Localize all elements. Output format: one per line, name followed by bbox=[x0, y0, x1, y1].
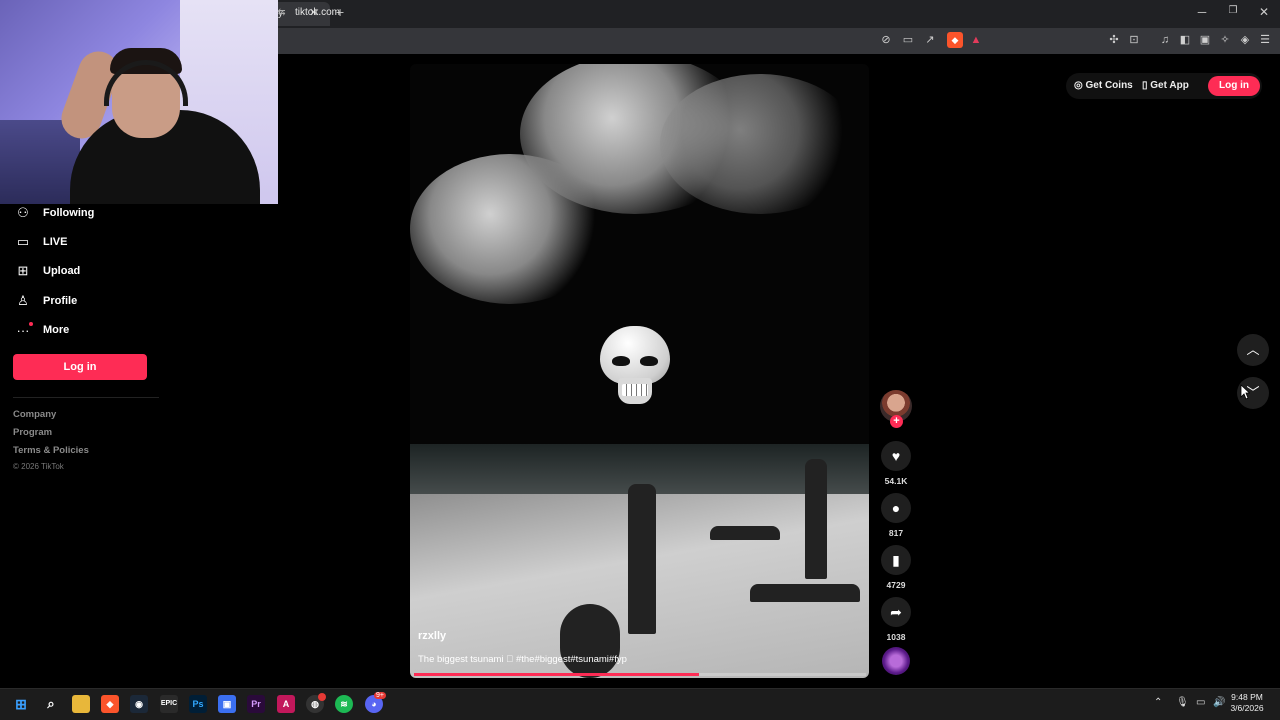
sidebar-item-upload[interactable]: ⊞ Upload bbox=[13, 260, 81, 282]
profile-icon: ♙ bbox=[17, 293, 29, 308]
sidebar-item-profile[interactable]: ♙ Profile bbox=[13, 290, 77, 312]
sidebar-login-button[interactable]: Log in bbox=[13, 354, 147, 380]
person-figure bbox=[628, 484, 656, 634]
previous-video-button[interactable]: ︿ bbox=[1237, 334, 1269, 366]
share-arrow-icon: ➦ bbox=[890, 604, 902, 620]
file-explorer-icon[interactable] bbox=[72, 695, 90, 713]
footer-link-company[interactable]: Company bbox=[13, 409, 56, 420]
window-close-icon[interactable]: ✕ bbox=[1254, 5, 1274, 19]
following-icon: ⚇ bbox=[17, 205, 29, 220]
extensions-icon[interactable]: ✣ bbox=[1106, 32, 1122, 48]
person-figure bbox=[805, 459, 827, 579]
leo-ai-icon[interactable]: ✧ bbox=[1217, 32, 1233, 48]
sidebar-item-label: Profile bbox=[43, 295, 78, 307]
microphone-icon[interactable]: 🎙 bbox=[1176, 697, 1189, 708]
person-figure bbox=[750, 584, 860, 602]
brave-browser-icon[interactable]: ◆ bbox=[101, 695, 119, 713]
notification-badge bbox=[318, 693, 326, 701]
webcam-overlay bbox=[0, 0, 278, 204]
follow-plus-icon[interactable]: + bbox=[890, 415, 903, 428]
sidebar-item-label: More bbox=[43, 324, 70, 336]
discord-badge: 9+ bbox=[374, 692, 386, 699]
brave-rewards-icon[interactable]: ▲ bbox=[968, 32, 984, 48]
sidebar-item-following[interactable]: ⚇ Following bbox=[13, 202, 94, 224]
tab-search-icon[interactable]: ⊡ bbox=[1126, 32, 1142, 48]
save-button[interactable]: ▮ bbox=[881, 545, 911, 575]
vpn-icon[interactable]: ◈ bbox=[1237, 32, 1253, 48]
wallet-icon[interactable]: ▣ bbox=[1197, 32, 1213, 48]
comment-count: 817 bbox=[888, 528, 904, 538]
get-app-link[interactable]: ▯ Get App bbox=[1142, 80, 1189, 91]
upload-icon: ⊞ bbox=[17, 263, 29, 278]
video-author[interactable]: rzxlly bbox=[418, 630, 446, 642]
sidebar-item-more[interactable]: ··· More bbox=[13, 319, 70, 341]
chevron-up-icon: ︿ bbox=[1246, 342, 1260, 357]
cast-icon[interactable]: ▭ bbox=[900, 32, 916, 48]
restore-icon[interactable]: ❐ bbox=[1223, 5, 1243, 16]
live-icon: ▭ bbox=[16, 234, 30, 249]
person-figure bbox=[710, 526, 780, 540]
heart-icon: ♥ bbox=[891, 448, 901, 464]
comment-icon: ● bbox=[891, 500, 901, 516]
menu-icon[interactable]: ☰ bbox=[1257, 32, 1273, 48]
media-icon[interactable]: ♫ bbox=[1157, 32, 1173, 48]
epic-games-icon[interactable]: EPIC bbox=[160, 695, 178, 713]
person-figure bbox=[560, 604, 620, 678]
video-caption: The biggest tsunami 🏻 #the#biggest#tsuna… bbox=[418, 654, 627, 665]
app-icon[interactable]: ▣ bbox=[218, 695, 236, 713]
share-count: 1038 bbox=[886, 632, 906, 642]
share-icon[interactable]: ↗ bbox=[922, 32, 938, 48]
bookmark-icon: ▮ bbox=[892, 552, 900, 568]
affinity-icon[interactable]: A bbox=[277, 695, 295, 713]
brave-shield-icon[interactable]: ◆ bbox=[947, 32, 963, 48]
header-login-button[interactable]: Log in bbox=[1208, 76, 1260, 96]
url-text[interactable]: tiktok.com bbox=[295, 7, 340, 18]
mouse-cursor-icon bbox=[1240, 384, 1250, 400]
tray-overflow-icon[interactable]: ⌃ bbox=[1154, 697, 1162, 708]
translate-icon[interactable]: ⊘ bbox=[878, 32, 894, 48]
sidebar-divider bbox=[13, 397, 159, 398]
music-disc-icon[interactable] bbox=[882, 647, 910, 675]
system-clock[interactable]: 9:48 PM 3/6/2026 bbox=[1224, 692, 1270, 714]
sidebar-item-label: LIVE bbox=[43, 236, 68, 248]
get-app-label: Get App bbox=[1150, 80, 1189, 91]
get-coins-link[interactable]: ◎ Get Coins bbox=[1074, 80, 1133, 91]
video-player[interactable] bbox=[410, 64, 869, 678]
spotify-icon[interactable]: ≋ bbox=[335, 695, 353, 713]
premiere-pro-icon[interactable]: Pr bbox=[247, 695, 265, 713]
clock-time: 9:48 PM bbox=[1231, 692, 1263, 702]
video-progress-fill bbox=[414, 673, 699, 676]
get-coins-label: Get Coins bbox=[1085, 80, 1133, 91]
like-count: 54.1K bbox=[884, 476, 908, 486]
screen: y ✕ + ─ ❐ ✕ ⇆ tiktok.com ⊘ ▭ ↗ ◆ ▲ ✣ ⊡ ♫… bbox=[0, 0, 1280, 720]
footer-link-program[interactable]: Program bbox=[13, 427, 52, 438]
comment-button[interactable]: ● bbox=[881, 493, 911, 523]
copyright-text: © 2026 TikTok bbox=[13, 462, 64, 471]
like-button[interactable]: ♥ bbox=[881, 441, 911, 471]
windows-start-icon[interactable]: ⊞ bbox=[12, 695, 30, 713]
skull-emoji bbox=[600, 326, 670, 406]
sidebar-item-label: Upload bbox=[43, 265, 81, 277]
search-icon[interactable]: ⌕ bbox=[42, 695, 60, 713]
share-button[interactable]: ➦ bbox=[881, 597, 911, 627]
coin-icon: ◎ bbox=[1074, 80, 1086, 91]
video-progress-bar[interactable] bbox=[414, 673, 866, 676]
minimize-icon[interactable]: ─ bbox=[1192, 5, 1212, 19]
clock-date: 3/6/2026 bbox=[1230, 703, 1264, 713]
save-count: 4729 bbox=[886, 580, 906, 590]
site-info-icon[interactable]: ⇆ bbox=[278, 7, 286, 18]
notification-dot bbox=[29, 322, 33, 326]
sidebar-item-live[interactable]: ▭ LIVE bbox=[13, 231, 68, 253]
network-icon[interactable]: ▭ bbox=[1196, 697, 1205, 708]
steam-icon[interactable]: ◉ bbox=[130, 695, 148, 713]
sidebar-item-label: Following bbox=[43, 207, 95, 219]
photoshop-icon[interactable]: Ps bbox=[189, 695, 207, 713]
sidebar-toggle-icon[interactable]: ◧ bbox=[1177, 32, 1193, 48]
footer-link-terms[interactable]: Terms & Policies bbox=[13, 445, 89, 456]
